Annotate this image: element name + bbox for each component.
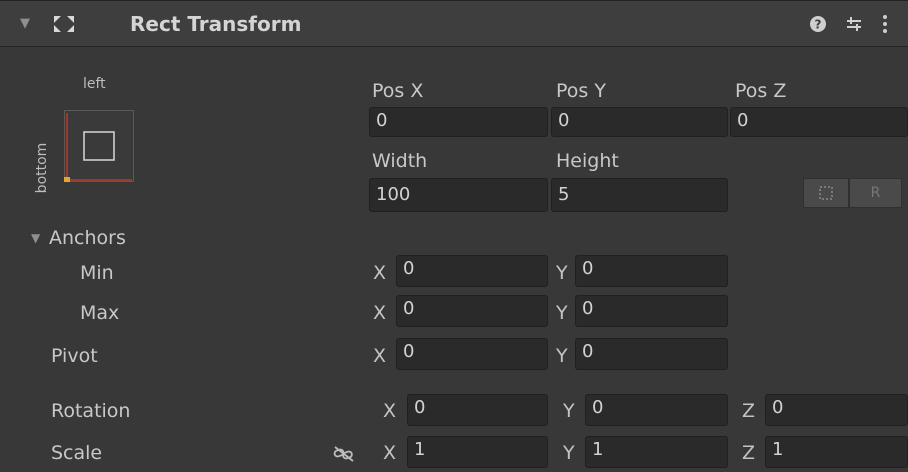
anchor-min-y-axis: Y	[556, 262, 568, 284]
rect-transform-icon	[54, 16, 74, 32]
rotation-y-field[interactable]: 0	[585, 394, 728, 426]
anchor-min-y-field[interactable]: 0	[575, 255, 728, 287]
blueprint-mode-icon	[819, 186, 833, 200]
anchor-preset-side-label: bottom	[34, 142, 50, 194]
constrain-proportions-icon[interactable]	[333, 445, 355, 463]
pos-x-label: Pos X	[372, 80, 424, 102]
rotation-z-axis: Z	[742, 400, 756, 422]
anchors-fold-icon[interactable]: ▼	[31, 232, 40, 244]
pos-z-field[interactable]: 0	[730, 107, 908, 137]
anchor-max-x-field[interactable]: 0	[396, 295, 548, 327]
component-title: Rect Transform	[130, 12, 302, 36]
pos-x-field[interactable]: 0	[369, 107, 548, 137]
pos-y-label: Pos Y	[556, 80, 606, 102]
pos-z-label: Pos Z	[735, 80, 787, 102]
pivot-label: Pivot	[51, 345, 98, 367]
pos-y-field[interactable]: 0	[551, 107, 728, 137]
rotation-y-axis: Y	[563, 400, 575, 422]
width-label: Width	[372, 150, 428, 172]
help-icon[interactable]: ?	[809, 15, 827, 33]
raw-edit-button[interactable]: R	[849, 178, 902, 208]
scale-z-field[interactable]: 1	[765, 436, 908, 468]
rotation-z-field[interactable]: 0	[765, 394, 908, 426]
kebab-menu-icon[interactable]	[880, 14, 890, 34]
anchors-label[interactable]: Anchors	[49, 227, 126, 249]
scale-x-axis: X	[383, 442, 397, 464]
pivot-x-axis: X	[373, 345, 387, 367]
anchor-max-x-axis: X	[373, 302, 387, 324]
anchor-min-x-axis: X	[373, 262, 387, 284]
presets-icon[interactable]	[845, 15, 863, 33]
scale-z-axis: Z	[742, 442, 756, 464]
anchor-preset-top-label: left	[83, 76, 106, 92]
anchor-preset-icon	[64, 110, 134, 182]
rotation-label: Rotation	[51, 400, 131, 422]
height-label: Height	[556, 150, 619, 172]
pivot-y-field[interactable]: 0	[575, 338, 728, 370]
fold-triangle-icon[interactable]: ▼	[20, 17, 30, 30]
rotation-x-field[interactable]: 0	[407, 394, 548, 426]
svg-text:?: ?	[815, 18, 822, 32]
anchor-max-y-field[interactable]: 0	[575, 295, 728, 327]
anchor-min-label: Min	[80, 262, 114, 284]
width-field[interactable]: 100	[369, 178, 548, 212]
anchor-max-label: Max	[80, 302, 120, 324]
rotation-x-axis: X	[383, 400, 397, 422]
scale-y-axis: Y	[563, 442, 575, 464]
blueprint-mode-button[interactable]	[803, 178, 849, 208]
component-header[interactable]: ▼ Rect Transform ?	[0, 0, 908, 47]
pivot-x-field[interactable]: 0	[396, 338, 548, 370]
pivot-y-axis: Y	[556, 345, 568, 367]
scale-label: Scale	[51, 442, 103, 464]
height-field[interactable]: 5	[551, 178, 728, 212]
anchor-preset-button[interactable]	[64, 110, 134, 182]
anchor-min-x-field[interactable]: 0	[396, 255, 548, 287]
scale-y-field[interactable]: 1	[585, 436, 728, 468]
anchor-max-y-axis: Y	[556, 302, 568, 324]
scale-x-field[interactable]: 1	[407, 436, 548, 468]
